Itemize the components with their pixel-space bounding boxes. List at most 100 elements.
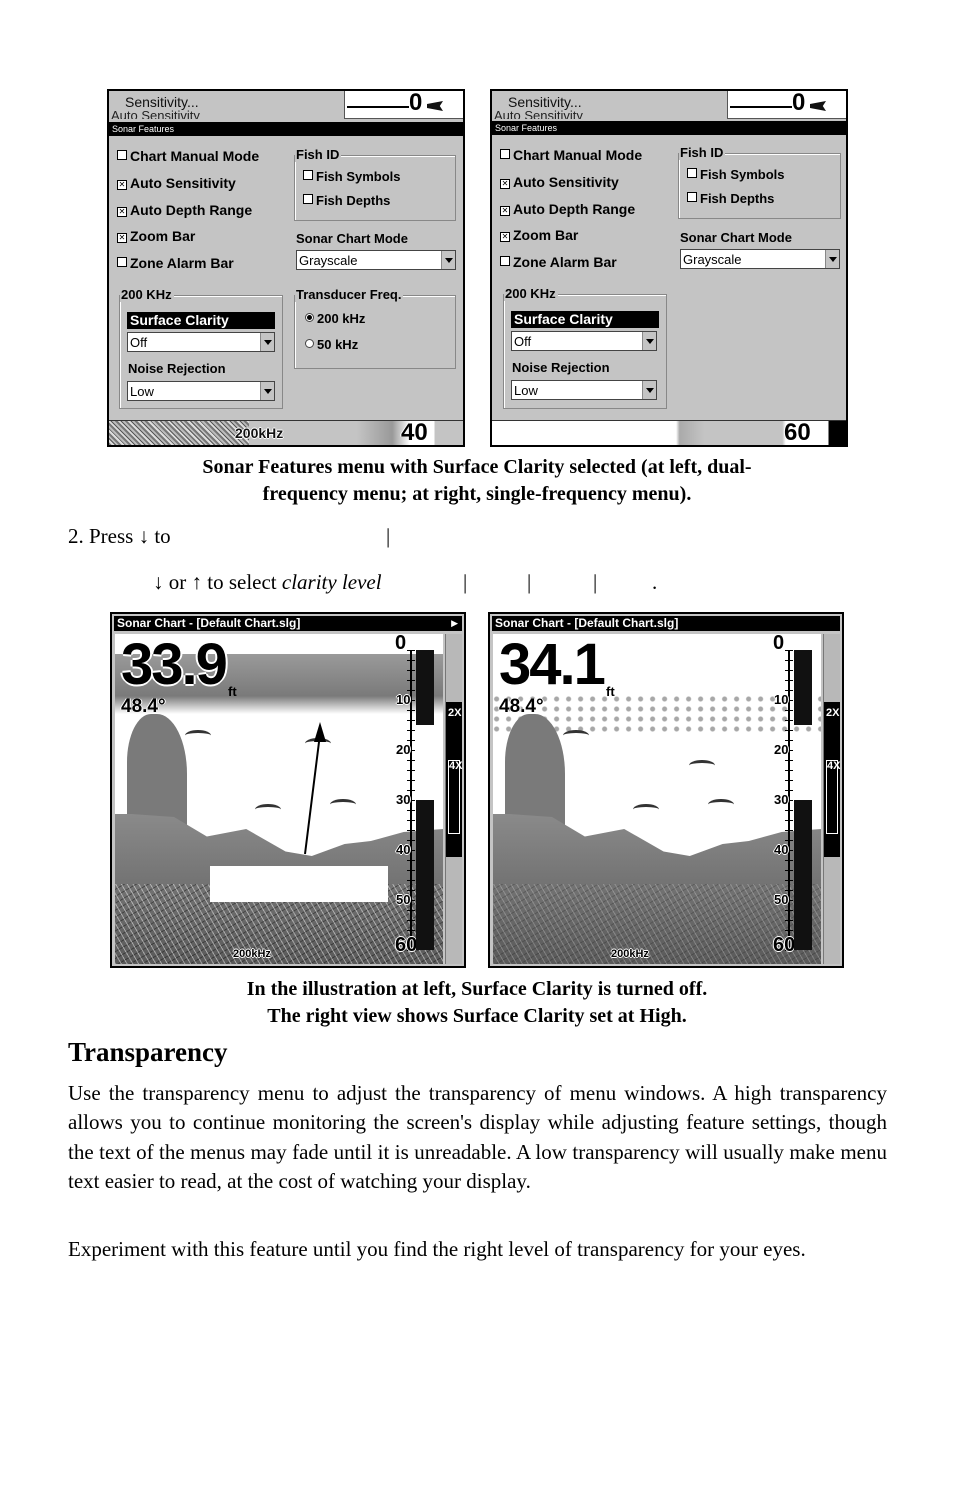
checkbox-chart-manual-mode[interactable]: Chart Manual Mode (500, 147, 642, 163)
depth-readout: 33.9 (121, 634, 228, 697)
checkbox-icon (500, 149, 510, 159)
depth-tick (785, 880, 793, 881)
depth-scale-label: 10 (396, 692, 411, 707)
depth-scale-label: 0 (773, 634, 785, 654)
depth-tick (407, 740, 415, 741)
depth-zero-label: 0 (409, 89, 423, 116)
depth-tick (407, 660, 415, 661)
depth-scale-label: 30 (396, 792, 411, 807)
fish-id-group: Fish ID Fish Symbols Fish Depths (294, 147, 456, 221)
zoom-4x-window[interactable]: 4X (448, 760, 462, 834)
depth-scale-label: 0 (395, 634, 407, 654)
depth-tick (407, 720, 415, 721)
sonar-chart-mode-dropdown[interactable]: Grayscale (296, 250, 456, 270)
checkbox-icon (303, 194, 313, 204)
transducer-icon (427, 101, 443, 111)
surface-clarity-label-selected[interactable]: Surface Clarity (127, 312, 275, 329)
checkbox-zoom-bar[interactable]: ✕ Zoom Bar (117, 228, 195, 244)
bottom-noise (493, 884, 821, 964)
depth-scale-label: 10 (774, 692, 789, 707)
play-arrow-icon[interactable]: ▶ (451, 616, 458, 631)
transducer-icon (810, 101, 826, 111)
zoom-rail[interactable]: 2X 4X (823, 634, 840, 964)
checkbox-auto-sensitivity[interactable]: ✕ Auto Sensitivity (500, 174, 619, 190)
depth-tick (785, 930, 793, 931)
depth-tick (407, 790, 415, 791)
checkbox-chart-manual-mode[interactable]: Chart Manual Mode (117, 148, 259, 164)
noise-rejection-dropdown[interactable]: Low (511, 380, 657, 400)
checkbox-checked-icon: ✕ (117, 233, 127, 243)
sonar-preview-strip: 200kHz 40 (109, 420, 463, 445)
depth-scale-preview: 0 (727, 91, 846, 119)
checkbox-fish-symbols[interactable]: Fish Symbols (303, 169, 401, 184)
fish-arch (633, 804, 659, 815)
checkbox-icon (687, 168, 697, 178)
depth-tick (407, 680, 415, 681)
radio-selected-icon (305, 313, 314, 322)
checkbox-checked-icon: ✕ (500, 206, 510, 216)
depth-scale-label: 60 (395, 934, 418, 956)
checkbox-zone-alarm-bar[interactable]: Zone Alarm Bar (500, 254, 617, 270)
noise-rejection-dropdown[interactable]: Low (127, 381, 275, 401)
depth-scale-label: 50 (396, 892, 411, 907)
dropdown-arrow-icon (260, 333, 274, 351)
radio-200khz[interactable]: 200 kHz (305, 311, 365, 326)
surface-clarity-dropdown[interactable]: Off (511, 331, 657, 351)
depth-tick (785, 770, 793, 771)
depth-scale-label: 60 (773, 934, 796, 956)
checkbox-icon (303, 170, 313, 180)
depth-scale: 0 10 20 30 40 50 60 (395, 634, 443, 964)
sensitivity-label: Sensitivity... (508, 94, 582, 110)
sonar-chart-mode-dropdown[interactable]: Grayscale (680, 249, 840, 269)
frequency-label: 200kHz (233, 948, 271, 960)
auto-sensitivity-cut-label: Auto Sensitivity (111, 109, 200, 119)
zoom-bar[interactable]: 2X 4X (824, 702, 840, 857)
checkbox-icon (117, 150, 127, 160)
checkbox-checked-icon: ✕ (500, 179, 510, 189)
depth-tick (407, 910, 415, 911)
step-2-line-1: 2. Press ↓ to (68, 524, 171, 548)
checkbox-zone-alarm-bar[interactable]: Zone Alarm Bar (117, 255, 234, 271)
sonar-chart-surface-clarity-high: Sonar Chart - [Default Chart.slg] 34.1 f… (488, 612, 844, 968)
surface-clarity-label-selected[interactable]: Surface Clarity (511, 311, 659, 328)
down-arrow-key-icon: ↓ (138, 524, 150, 548)
figure-caption-menus: Sonar Features menu with Surface Clarity… (202, 456, 752, 505)
radio-icon (305, 339, 314, 348)
checkbox-auto-sensitivity[interactable]: ✕ Auto Sensitivity (117, 175, 236, 191)
depth-scale-label: 20 (774, 742, 789, 757)
depth-scale-label: 40 (774, 842, 789, 857)
separator: | (386, 524, 391, 548)
sonar-features-menu-dual-frequency: Sensitivity... Auto Sensitivity 0 Sonar … (107, 89, 465, 447)
fish-arch (708, 799, 734, 810)
depth-tick (407, 690, 415, 691)
checkbox-fish-depths[interactable]: Fish Depths (303, 193, 390, 208)
checkbox-auto-depth-range[interactable]: ✕ Auto Depth Range (117, 202, 252, 218)
sensitivity-label: Sensitivity... (125, 94, 199, 110)
auto-sensitivity-cut-label: Auto Sensitivity (494, 109, 583, 119)
zoom-rail[interactable]: 2X 4X (445, 634, 462, 964)
depth-scale-label: 20 (396, 742, 411, 757)
bottom-depth-label: 40 (401, 419, 428, 446)
fish-id-label: Fish ID (679, 145, 726, 160)
depth-tick (785, 920, 793, 921)
figure-caption-charts: In the illustration at left, Surface Cla… (246, 978, 708, 1027)
checkbox-auto-depth-range[interactable]: ✕ Auto Depth Range (500, 201, 635, 217)
depth-unit: ft (606, 684, 615, 699)
transducer-freq-group: Transducer Freq. 200 kHz 50 kHz (294, 287, 456, 369)
depth-tick (785, 810, 793, 811)
radio-50khz[interactable]: 50 kHz (305, 337, 358, 352)
zoom-4x-window[interactable]: 4X (826, 760, 840, 834)
a-scope-echo (794, 650, 812, 725)
surface-clarity-dropdown[interactable]: Off (127, 332, 275, 352)
checkbox-fish-depths[interactable]: Fish Depths (687, 191, 774, 206)
frequency-label: 200kHz (611, 948, 649, 960)
zoom-2x-label: 2X (826, 707, 840, 719)
water-temperature: 48.4° (499, 696, 544, 717)
zoom-bar[interactable]: 2X 4X (446, 702, 462, 857)
a-scope-echo (794, 800, 812, 950)
checkbox-fish-symbols[interactable]: Fish Symbols (687, 167, 785, 182)
depth-tick (407, 710, 415, 711)
depth-tick (785, 690, 793, 691)
checkbox-zoom-bar[interactable]: ✕ Zoom Bar (500, 227, 578, 243)
depth-tick (407, 920, 415, 921)
